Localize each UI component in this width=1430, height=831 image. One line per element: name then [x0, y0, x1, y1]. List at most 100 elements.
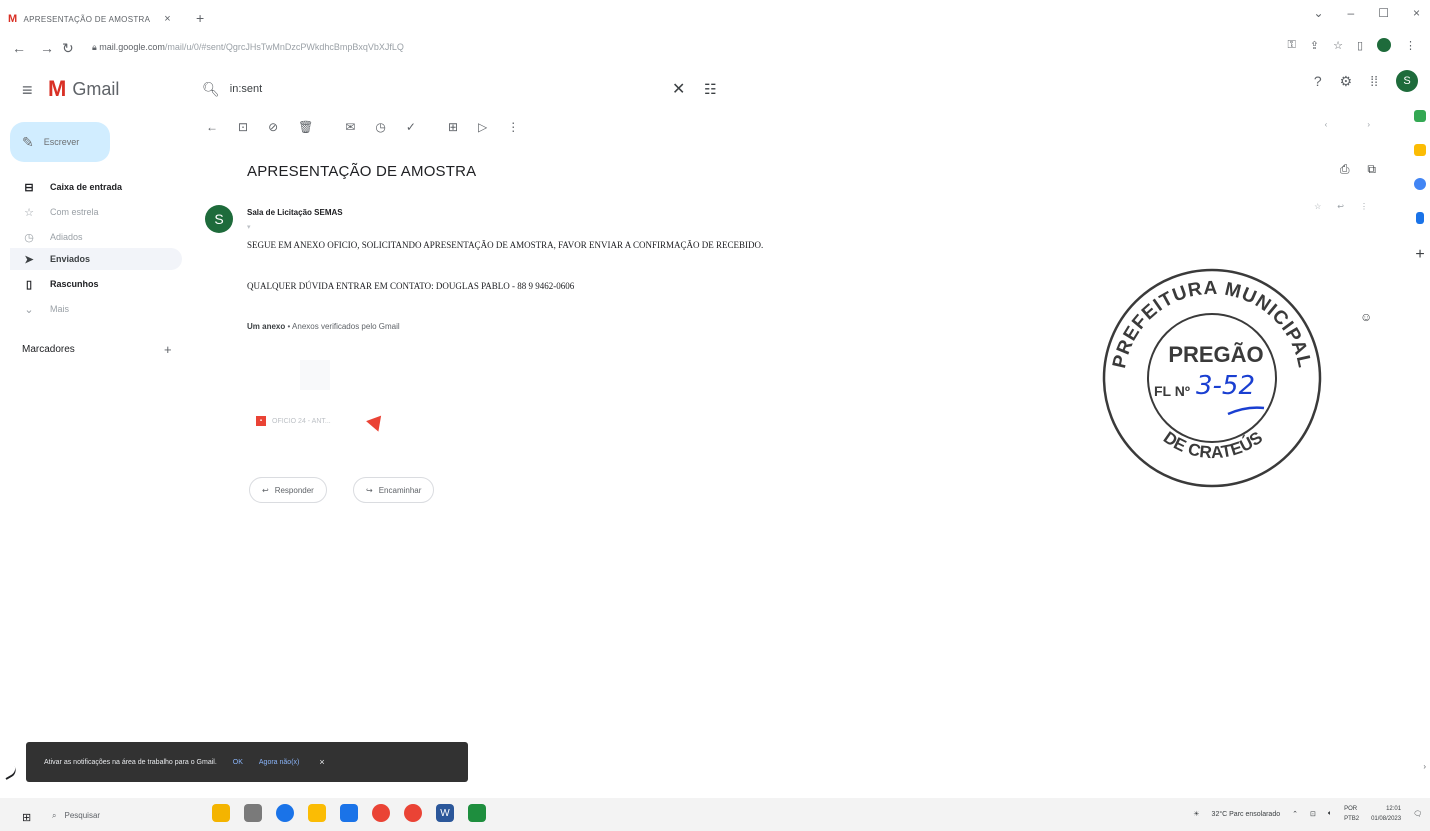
add-task-icon[interactable]: ✓: [406, 120, 416, 134]
taskbar-search[interactable]: ⌕ Pesquisar: [52, 811, 100, 821]
pencil-icon: ✎: [22, 133, 34, 150]
search-options-icon[interactable]: ☷: [704, 81, 717, 98]
weather-icon[interactable]: ☀: [1193, 810, 1199, 818]
print-icon[interactable]: ⎙: [1340, 162, 1350, 177]
minimize-button[interactable]: –: [1348, 6, 1355, 20]
widgets-icon[interactable]: [212, 804, 230, 822]
language-indicator[interactable]: POR PTB2: [1344, 804, 1359, 824]
address-bar[interactable]: 🔒︎ mail.google.com/mail/u/0/#sent/QgrcJH…: [92, 42, 512, 53]
gmail-logo[interactable]: M Gmail: [48, 76, 119, 102]
snackbar-later-button[interactable]: Agora não(x): [259, 759, 299, 766]
weather-text[interactable]: 32°C Parc ensolarado: [1212, 811, 1281, 818]
browser-profile-avatar[interactable]: [1377, 38, 1391, 52]
attachment-thumbnail[interactable]: [300, 360, 330, 390]
edge-browser-icon[interactable]: [276, 804, 294, 822]
message-toolbar: ← ⊡ ⊘ 🗑︎ ✉ ◷ ✓ ⊞ ▷ ⋮: [206, 120, 519, 134]
compose-button[interactable]: ✎ Escrever: [10, 122, 110, 162]
message-more-icon[interactable]: ⋮: [1360, 202, 1368, 211]
clear-search-icon[interactable]: ✕: [672, 79, 685, 99]
snackbar-ok-button[interactable]: OK: [233, 759, 243, 766]
label-icon[interactable]: ▷: [478, 120, 487, 134]
attachment-chip[interactable]: ▪ OFICIO 24 - ANT...: [256, 416, 331, 426]
prev-message-icon[interactable]: ‹: [1325, 120, 1328, 129]
reload-icon[interactable]: ↻: [62, 40, 74, 57]
close-window-button[interactable]: ×: [1413, 6, 1420, 20]
star-message-icon[interactable]: ☆: [1314, 202, 1321, 211]
maximize-button[interactable]: ☐: [1378, 6, 1389, 20]
new-tab-button[interactable]: +: [196, 10, 204, 26]
mail-app-icon[interactable]: [340, 804, 358, 822]
settings-gear-icon[interactable]: ⚙: [1340, 73, 1353, 90]
windows-start-icon[interactable]: ⊞: [22, 811, 31, 824]
clock[interactable]: 12:01 01/08/2023: [1371, 804, 1401, 824]
back-to-list-icon[interactable]: ←: [206, 120, 218, 134]
recipients-toggle-icon[interactable]: ▾: [247, 223, 251, 231]
next-message-icon[interactable]: ›: [1367, 120, 1370, 129]
sender-name[interactable]: Sala de Licitação SEMAS: [247, 208, 343, 217]
forward-button[interactable]: ↪ Encaminhar: [353, 477, 435, 503]
sidebar-item-more[interactable]: ⌄ Mais: [10, 298, 182, 320]
collapse-panel-icon[interactable]: ›: [1423, 762, 1426, 771]
notifications-icon[interactable]: 🗨︎: [1413, 810, 1422, 818]
contacts-icon[interactable]: [1416, 212, 1424, 224]
tab-close-icon[interactable]: ×: [164, 13, 171, 25]
window-controls: ⌄ – ☐ ×: [1313, 6, 1420, 20]
main-menu-icon[interactable]: ≡: [22, 80, 33, 101]
tasks-icon[interactable]: [1414, 178, 1426, 190]
chevron-down-icon: ⌄: [24, 303, 34, 316]
keep-icon[interactable]: [1414, 144, 1426, 156]
insert-emoji-icon[interactable]: ☺: [1360, 310, 1372, 324]
stamp-signature-stroke: [1227, 406, 1265, 416]
sidepanel-icon[interactable]: ▯: [1357, 39, 1363, 52]
back-icon[interactable]: ←: [12, 40, 26, 56]
account-avatar[interactable]: S: [1396, 70, 1418, 92]
network-icon[interactable]: ⊡: [1310, 810, 1316, 818]
help-icon[interactable]: ?: [1314, 73, 1322, 89]
volume-icon[interactable]: 🔈︎: [1328, 810, 1332, 818]
snackbar-close-icon[interactable]: ×: [319, 757, 324, 767]
bookmark-star-icon[interactable]: ☆: [1333, 39, 1343, 52]
taskbar-search-icon: ⌕: [52, 811, 57, 820]
mark-unread-icon[interactable]: ✉: [345, 120, 355, 134]
move-to-icon[interactable]: ⊞: [448, 120, 458, 134]
key-icon[interactable]: ⚿: [1287, 39, 1295, 52]
email-subject: APRESENTAÇÃO DE AMOSTRA: [247, 163, 477, 180]
reply-button[interactable]: ↩ Responder: [249, 477, 327, 503]
browser-menu-icon[interactable]: ⋮: [1405, 39, 1416, 52]
snackbar-message: Ativar as notificações na área de trabal…: [44, 758, 217, 766]
archive-icon[interactable]: ⊡: [238, 120, 248, 134]
sidebar-item-starred[interactable]: ☆ Com estrela: [10, 201, 182, 223]
report-spam-icon[interactable]: ⊘: [268, 120, 278, 134]
add-addon-icon[interactable]: +: [1415, 246, 1424, 264]
tab-search-icon[interactable]: ⌄: [1313, 6, 1323, 20]
reply-icon[interactable]: ↩: [1337, 202, 1344, 211]
add-label-icon[interactable]: +: [164, 342, 172, 357]
open-new-window-icon[interactable]: ⧉: [1367, 162, 1376, 177]
chrome-icon[interactable]: [404, 804, 422, 822]
sidebar-item-label: Com estrela: [50, 207, 99, 217]
sidebar-item-label: Enviados: [50, 254, 91, 264]
tray-overflow-icon[interactable]: ⌃: [1292, 810, 1298, 818]
snooze-icon[interactable]: ◷: [375, 120, 385, 134]
sidebar-item-snoozed[interactable]: ◷ Adiados: [10, 226, 182, 248]
share-icon[interactable]: ⇪: [1310, 39, 1319, 52]
browser-tab[interactable]: M APRESENTAÇÃO DE AMOSTRA ×: [8, 8, 188, 30]
taskbar-search-label: Pesquisar: [64, 811, 101, 820]
people-icon[interactable]: [244, 804, 262, 822]
file-explorer-icon[interactable]: [308, 804, 326, 822]
sidebar-item-inbox[interactable]: ⊟ Caixa de entrada: [10, 176, 182, 198]
sidebar-item-drafts[interactable]: ▯ Rascunhos: [10, 273, 182, 295]
send-icon: ➤: [24, 253, 34, 266]
sidebar-item-sent[interactable]: ➤ Enviados: [10, 248, 182, 270]
delete-icon[interactable]: 🗑︎: [298, 120, 313, 134]
calendar-icon[interactable]: [1414, 110, 1426, 122]
excel-icon[interactable]: [468, 804, 486, 822]
taskbar-apps: W: [212, 804, 486, 822]
search-icon[interactable]: 🔍︎: [202, 81, 220, 98]
word-icon[interactable]: W: [436, 804, 454, 822]
search-input[interactable]: [229, 83, 650, 95]
apps-grid-icon[interactable]: ⁞⁞: [1370, 73, 1378, 89]
forward-icon[interactable]: →: [40, 40, 54, 56]
more-options-icon[interactable]: ⋮: [507, 120, 519, 134]
firefox-icon[interactable]: [372, 804, 390, 822]
